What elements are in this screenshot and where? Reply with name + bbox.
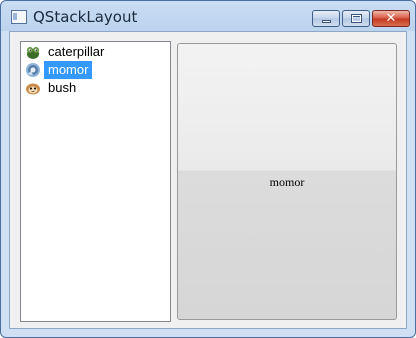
maximize-button[interactable] [342, 10, 370, 27]
list-item-label: momor [44, 61, 93, 79]
window-title: QStackLayout [33, 8, 138, 26]
list-item-momor[interactable]: momor [23, 61, 163, 79]
close-icon: ✕ [385, 11, 397, 26]
minimize-button[interactable] [312, 10, 340, 27]
bush-icon [26, 83, 40, 95]
maximize-icon [351, 14, 362, 23]
app-window-icon[interactable] [11, 10, 27, 24]
close-button[interactable]: ✕ [372, 10, 410, 27]
caterpillar-icon [27, 47, 39, 59]
list-item-label: bush [48, 80, 77, 95]
list-item-label: caterpillar [48, 44, 105, 59]
page-label: momor [269, 175, 305, 189]
client-area: caterpillar momor bush momor [9, 31, 407, 329]
minimize-icon [322, 20, 331, 23]
main-window: QStackLayout ✕ caterpillar momor bush mo… [0, 0, 416, 338]
stacked-page-panel: momor [177, 43, 397, 320]
list-item-caterpillar[interactable]: caterpillar [23, 43, 163, 61]
item-list[interactable]: caterpillar momor bush [20, 41, 171, 322]
title-bar[interactable]: QStackLayout ✕ [1, 1, 415, 31]
list-item-bush[interactable]: bush [23, 79, 163, 97]
momor-icon [26, 63, 40, 77]
